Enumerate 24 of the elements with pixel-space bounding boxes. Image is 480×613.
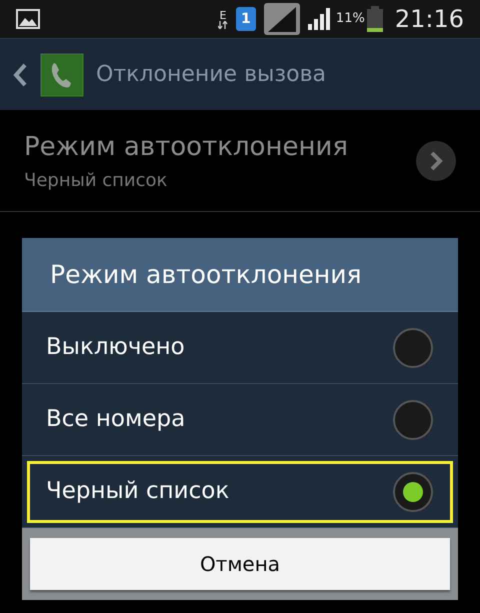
battery-icon [366,6,383,32]
radio-option[interactable]: Черный список [22,456,458,528]
signal-icon [264,3,300,35]
radio-button [392,470,434,512]
phone-app-icon [40,52,84,96]
data-arrows-icon [218,20,228,28]
cancel-button[interactable]: Отмена [30,538,450,590]
sim-badge: 1 [236,7,256,31]
radio-option[interactable]: Выключено [22,312,458,384]
network-type: E [219,10,226,20]
image-icon [16,9,40,29]
screen-title: Отклонение вызова [96,61,326,89]
setting-summary: Черный список [24,168,168,192]
signal-icon [308,8,332,30]
setting-title: Режим автоотклонения [24,130,349,164]
radio-button [392,326,434,368]
clock: 21:16 [394,4,464,35]
chevron-icon [416,140,456,180]
battery-percent: 11% [336,10,365,28]
back-icon [12,62,28,88]
dialog-title: Режим автоотклонения [22,238,458,312]
radio-option[interactable]: Все номера [22,384,458,456]
settings-item[interactable]: Режим автоотклонения Черный список [0,110,480,212]
radio-button [392,398,434,440]
